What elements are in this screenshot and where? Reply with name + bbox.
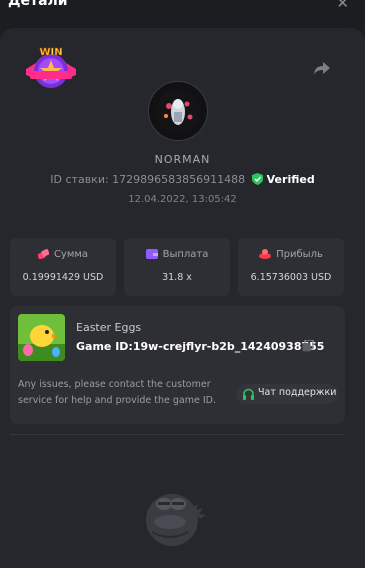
- copy-icon[interactable]: [302, 340, 314, 352]
- page-title: Детали: [8, 0, 68, 9]
- win-badge-icon: WIN: [26, 47, 76, 88]
- mascot-icon: [146, 494, 206, 546]
- coins-icon: [37, 248, 50, 260]
- header: Детали ✕: [0, 0, 365, 24]
- game-id: Game ID:19w-crejflyr-b2b_14240938755: [76, 340, 325, 353]
- headset-icon: [243, 388, 254, 400]
- game-name: Easter Eggs: [76, 321, 142, 334]
- stat-profit-value: 6.15736003 USD: [250, 272, 332, 283]
- avatar-image-icon: [156, 89, 200, 133]
- svg-text:WIN: WIN: [39, 47, 62, 58]
- stat-amount: Сумма 0.19991429 USD: [10, 238, 116, 296]
- stat-payout-label: Выплата: [162, 249, 209, 260]
- stat-amount-label: Сумма: [53, 249, 89, 260]
- stat-profit-label: Прибыль: [276, 249, 323, 260]
- avatar: [148, 81, 208, 141]
- bet-datetime: 12.04.2022, 13:05:42: [128, 194, 237, 205]
- shield-check-icon: [251, 173, 263, 185]
- game-thumbnail[interactable]: [18, 314, 65, 361]
- support-chat-label: Чат поддержки: [258, 387, 337, 398]
- profit-icon: [259, 249, 272, 259]
- wallet-icon: [145, 249, 158, 259]
- stat-profit: Прибыль 6.15736003 USD: [238, 238, 344, 296]
- bet-id: ID ставки: 1729896583856911488: [50, 173, 246, 186]
- divider: [10, 434, 345, 435]
- share-icon[interactable]: [313, 59, 331, 77]
- username: NORMAN: [154, 153, 211, 166]
- bet-id-line: ID ставки: 1729896583856911488 Verified: [0, 173, 365, 186]
- support-message: Any issues, please contact the customer …: [18, 379, 216, 406]
- close-icon[interactable]: ✕: [336, 0, 349, 12]
- game-card: Easter Eggs Game ID:19w-crejflyr-b2b_142…: [10, 306, 345, 424]
- support-chat-button[interactable]: Чат поддержки: [236, 384, 338, 404]
- stat-payout: Выплата 31.8 x: [124, 238, 230, 296]
- stat-payout-value: 31.8 x: [162, 272, 192, 283]
- game-thumbnail-icon: [18, 314, 65, 361]
- verified-label: Verified: [266, 173, 315, 186]
- stat-amount-value: 0.19991429 USD: [22, 272, 104, 283]
